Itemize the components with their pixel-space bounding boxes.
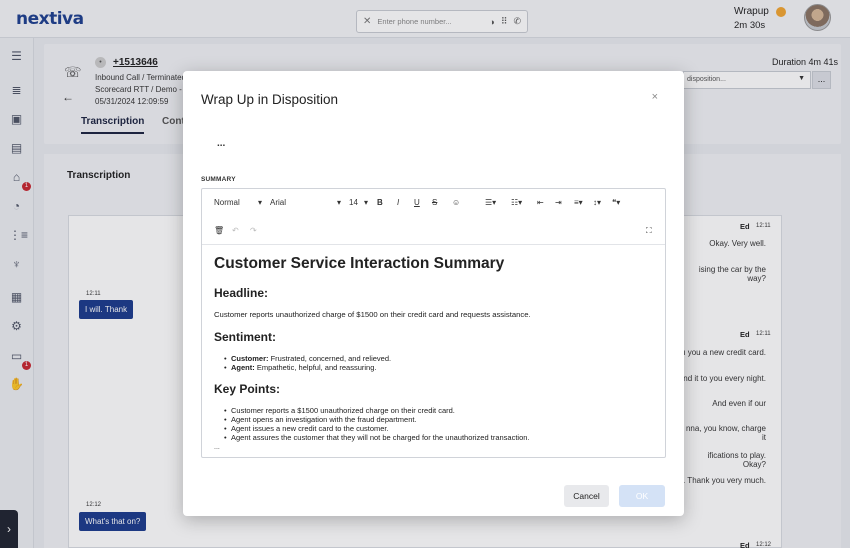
indent-icon[interactable]: ⇥ (555, 198, 562, 207)
more-options-button[interactable]: ... (217, 138, 225, 149)
sentiment-customer: Customer: Frustrated, concerned, and rel… (224, 354, 392, 363)
sentiment-agent-label: Agent: (231, 363, 255, 372)
summary-editor[interactable]: Normal ▾ Arial ▾ 14 ▾ B I U S ☺ ☰▾ ☷▾ ⇤ … (201, 188, 666, 458)
numbered-list-icon[interactable]: ☷▾ (511, 198, 522, 207)
key-point: Agent opens an investigation with the fr… (224, 415, 417, 424)
sentiment-customer-text: Frustrated, concerned, and relieved. (268, 354, 392, 363)
content-ellipsis: ... (214, 444, 220, 451)
summary-label: SUMMARY (201, 176, 236, 183)
editor-toolbar-secondary: 🗑 ↶ ↷ ⛶ (202, 217, 665, 245)
chevron-down-icon[interactable]: ▾ (258, 198, 262, 207)
key-point: Agent issues a new credit card to the cu… (224, 424, 389, 433)
close-icon[interactable]: × (652, 91, 658, 103)
bold-button[interactable]: B (377, 198, 383, 207)
headline-text: Customer reports unauthorized charge of … (214, 310, 531, 319)
chevron-down-icon[interactable]: ▾ (364, 198, 368, 207)
summary-heading: Customer Service Interaction Summary (214, 255, 505, 272)
paragraph-style-select[interactable]: Normal (214, 198, 240, 207)
delete-icon[interactable]: 🗑 (214, 226, 224, 235)
key-point: Customer reports a $1500 unauthorized ch… (224, 406, 455, 415)
underline-button[interactable]: U (414, 198, 420, 207)
fullscreen-icon[interactable]: ⛶ (646, 226, 652, 236)
undo-icon[interactable]: ↶ (232, 226, 239, 235)
key-points-heading: Key Points: (214, 382, 281, 396)
editor-toolbar: Normal ▾ Arial ▾ 14 ▾ B I U S ☺ ☰▾ ☷▾ ⇤ … (202, 189, 665, 217)
modal-title: Wrap Up in Disposition (201, 92, 339, 107)
headline-heading: Headline: (214, 286, 269, 300)
line-height-icon[interactable]: ↕▾ (593, 198, 601, 207)
font-size-select[interactable]: 14 (349, 198, 358, 207)
font-family-select[interactable]: Arial (270, 198, 286, 207)
bullet-list-icon[interactable]: ☰▾ (485, 198, 496, 207)
redo-icon[interactable]: ↷ (250, 226, 257, 235)
outdent-icon[interactable]: ⇤ (537, 198, 544, 207)
key-point: Agent assures the customer that they wil… (224, 433, 530, 442)
emoji-icon[interactable]: ☺ (452, 198, 460, 207)
sentiment-agent-text: Empathetic, helpful, and reassuring. (254, 363, 377, 372)
strikethrough-button[interactable]: S (432, 198, 437, 207)
chevron-down-icon[interactable]: ▾ (337, 198, 341, 207)
sentiment-customer-label: Customer: (231, 354, 269, 363)
quote-icon[interactable]: ❝▾ (612, 198, 620, 207)
wrap-up-modal: Wrap Up in Disposition × ... SUMMARY Nor… (183, 71, 684, 516)
align-icon[interactable]: ≡▾ (574, 198, 583, 207)
cancel-button[interactable]: Cancel (564, 485, 609, 507)
ok-button[interactable]: OK (619, 485, 665, 507)
sentiment-heading: Sentiment: (214, 330, 277, 344)
italic-button[interactable]: I (397, 198, 399, 207)
sentiment-agent: Agent: Empathetic, helpful, and reassuri… (224, 363, 377, 372)
